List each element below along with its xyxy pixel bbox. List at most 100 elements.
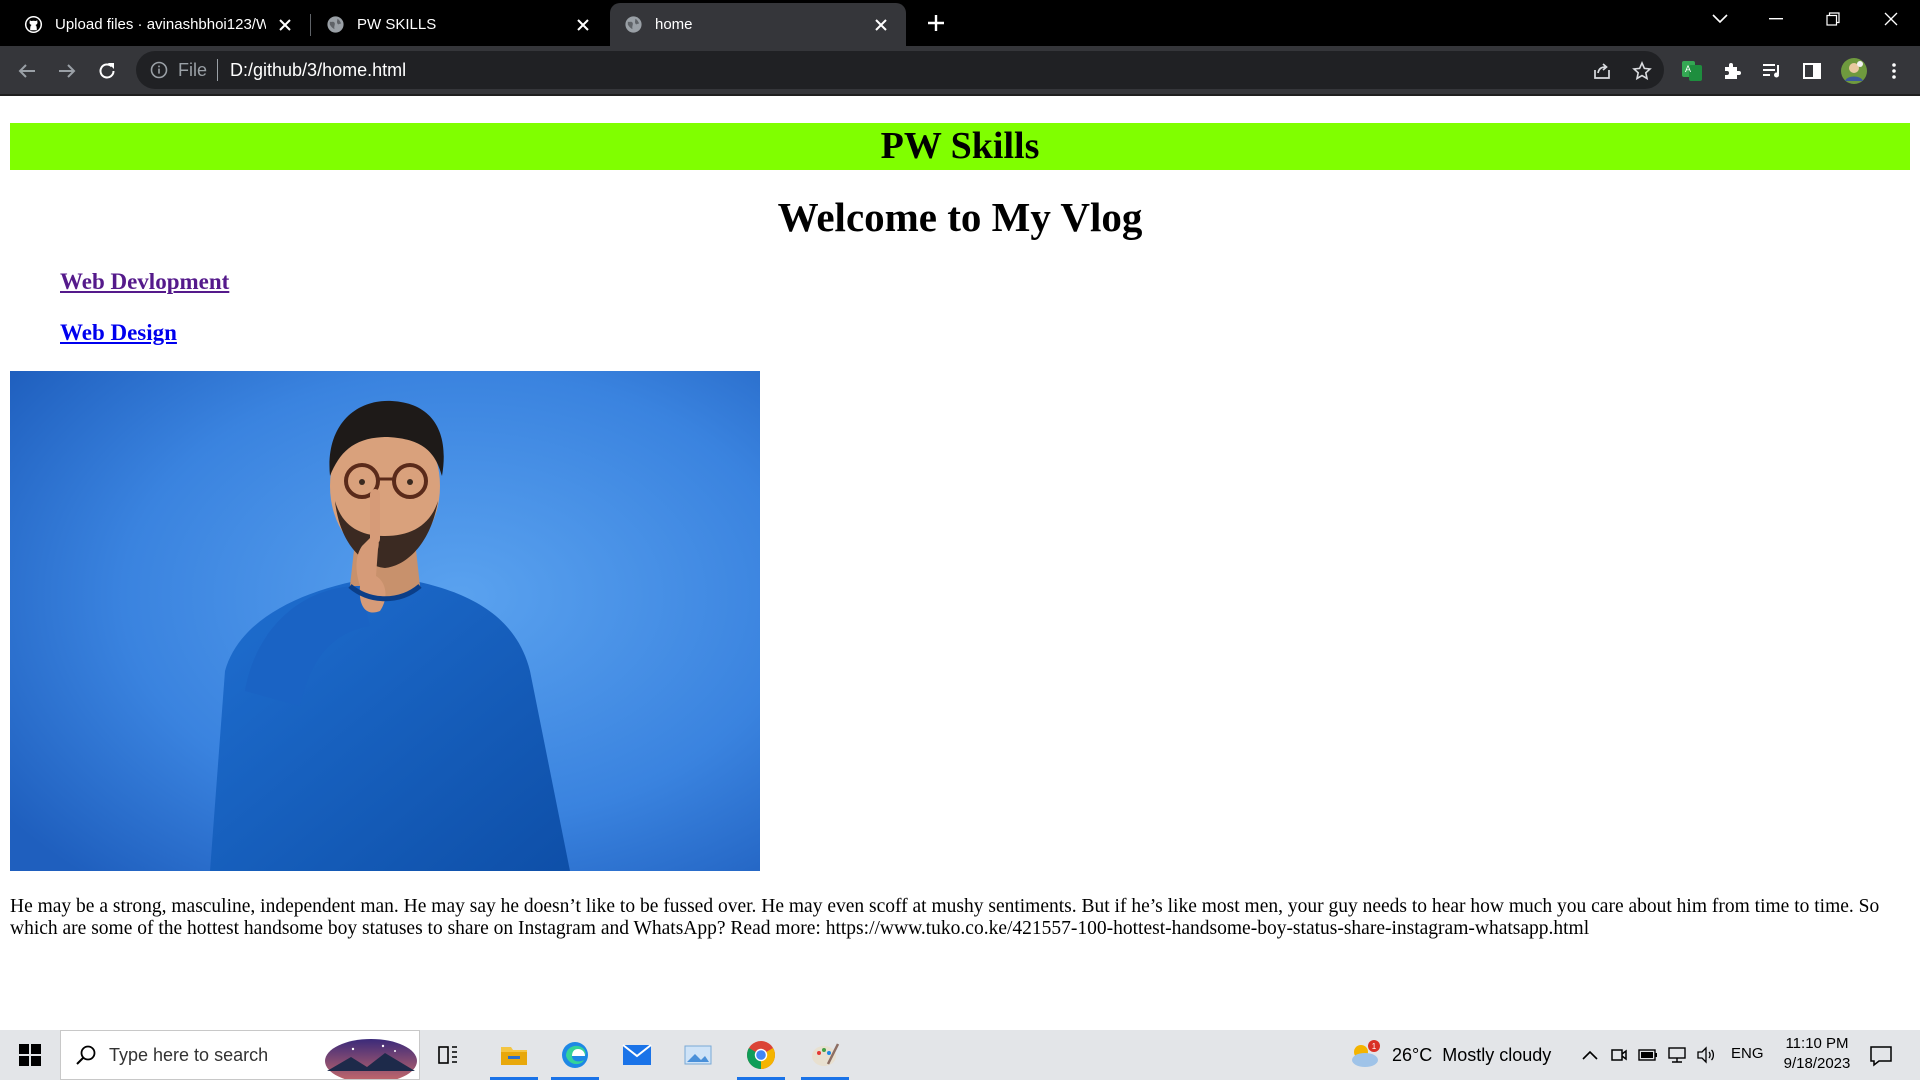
side-panel-button[interactable] [1800, 59, 1824, 83]
chrome-menu-button[interactable] [1882, 59, 1906, 83]
welcome-heading: Welcome to My Vlog [777, 194, 1143, 240]
extensions-button[interactable] [1720, 59, 1744, 83]
tab-divider [310, 14, 311, 36]
close-window-button[interactable] [1863, 0, 1919, 38]
weather-temperature: 26°C [1392, 1044, 1433, 1065]
man-shush-gesture-photo [10, 371, 760, 871]
svg-text:A: A [1685, 64, 1691, 74]
side-panel-icon [1803, 63, 1821, 79]
battery-button[interactable] [1637, 1044, 1659, 1066]
hero-image [10, 371, 760, 871]
tab-title: home [655, 16, 693, 33]
mail-icon [622, 1044, 652, 1065]
github-icon [24, 15, 43, 34]
close-tab-icon[interactable] [572, 14, 594, 36]
volume-button[interactable] [1695, 1044, 1717, 1066]
translate-extension-button[interactable]: A [1680, 59, 1704, 83]
tab-search-button[interactable] [1692, 0, 1748, 38]
star-icon [1632, 61, 1652, 81]
browser-tab-strip: Upload files · avinashbhoi123/We PW SKIL… [0, 0, 1920, 46]
mail-button[interactable] [609, 1030, 665, 1080]
url-text[interactable]: D:/github/3/home.html [230, 60, 406, 81]
bookmark-button[interactable] [1630, 59, 1654, 83]
tab-title: Upload files · avinashbhoi123/We [55, 16, 266, 33]
close-icon [1884, 12, 1898, 26]
search-placeholder: Type here to search [109, 1044, 269, 1065]
article-paragraph: He may be a strong, masculine, independe… [10, 896, 1880, 939]
forward-button[interactable] [52, 56, 82, 86]
photos-button[interactable] [670, 1030, 726, 1080]
clock-time: 11:10 PM [1785, 1035, 1849, 1052]
edge-button[interactable] [547, 1030, 603, 1080]
web-page-content: PW Skills Welcome to My Vlog Web Devlopm… [0, 96, 1920, 1030]
tab-home-active[interactable]: home [610, 3, 906, 46]
start-button[interactable] [0, 1030, 60, 1080]
minimize-button[interactable] [1748, 0, 1804, 38]
share-icon [1594, 63, 1610, 79]
tab-upload-files[interactable]: Upload files · avinashbhoi123/We [10, 3, 310, 46]
weather-condition: Mostly cloudy [1442, 1044, 1552, 1065]
media-controls-button[interactable] [1760, 59, 1784, 83]
search-highlight-illustration-icon [325, 1039, 417, 1079]
reload-button[interactable] [92, 56, 122, 86]
address-divider [217, 59, 219, 81]
plus-icon [928, 15, 944, 31]
web-design-link[interactable]: Web Design [60, 319, 177, 347]
back-button[interactable] [12, 56, 42, 86]
globe-icon [625, 16, 642, 33]
info-icon[interactable] [150, 61, 168, 79]
reload-icon [99, 63, 115, 79]
minimize-icon [1769, 18, 1783, 20]
paint-button[interactable] [797, 1030, 853, 1080]
profile-avatar-button[interactable] [1840, 57, 1868, 85]
restore-button[interactable] [1805, 0, 1861, 38]
action-center-button[interactable] [1868, 1043, 1894, 1069]
new-tab-button[interactable] [922, 9, 950, 37]
tab-title: PW SKILLS [357, 16, 437, 33]
show-hidden-icons-button[interactable] [1579, 1044, 1601, 1066]
folder-icon [501, 1047, 527, 1065]
web-development-link[interactable]: Web Devlopment [60, 268, 229, 296]
clock-date: 9/18/2023 [1783, 1055, 1851, 1072]
network-icon [1668, 1047, 1686, 1063]
close-tab-icon[interactable] [870, 14, 892, 36]
search-icon [76, 1045, 96, 1065]
avatar-icon [1841, 58, 1867, 84]
translate-icon: A [1682, 61, 1702, 81]
weather-alert-badge: 1 [1372, 1042, 1377, 1051]
system-clock[interactable]: 11:10 PM 9/18/2023 [1770, 1034, 1864, 1074]
address-bar[interactable]: File D:/github/3/home.html [136, 51, 1664, 89]
windows-taskbar: Type here to search 1 26°C Mostly cloudy… [0, 1030, 1920, 1080]
weather-widget[interactable]: 1 26°C Mostly cloudy [1348, 1030, 1551, 1080]
tab-pw-skills[interactable]: PW SKILLS [312, 3, 608, 46]
network-button[interactable] [1666, 1044, 1688, 1066]
chevron-down-icon [1712, 14, 1728, 24]
close-tab-icon[interactable] [274, 14, 296, 36]
meet-now-button[interactable] [1608, 1044, 1630, 1066]
cloudy-weather-icon: 1 [1352, 1040, 1380, 1067]
windows-logo-icon [19, 1044, 41, 1066]
arrow-right-icon [59, 64, 76, 78]
notification-icon [1870, 1046, 1892, 1067]
chrome-icon [747, 1041, 775, 1069]
restore-icon [1826, 12, 1840, 26]
taskbar-search-box[interactable]: Type here to search [60, 1030, 420, 1080]
puzzle-icon [1725, 63, 1741, 79]
edge-icon [562, 1042, 588, 1068]
chrome-button[interactable] [733, 1030, 789, 1080]
photos-icon [684, 1045, 712, 1065]
paint-palette-icon [812, 1043, 840, 1066]
input-language-indicator[interactable]: ENG [1731, 1045, 1764, 1062]
url-scheme-label: File [178, 59, 208, 80]
arrow-left-icon [18, 64, 35, 78]
share-button[interactable] [1590, 59, 1614, 83]
file-explorer-button[interactable] [486, 1030, 542, 1080]
playlist-icon [1763, 64, 1779, 78]
kebab-menu-icon [1892, 63, 1896, 79]
chevron-up-icon [1582, 1050, 1598, 1060]
task-view-icon [438, 1046, 457, 1064]
globe-icon [327, 16, 344, 33]
site-header-title: PW Skills [10, 123, 1910, 170]
task-view-button[interactable] [420, 1030, 476, 1080]
battery-icon [1638, 1049, 1657, 1061]
